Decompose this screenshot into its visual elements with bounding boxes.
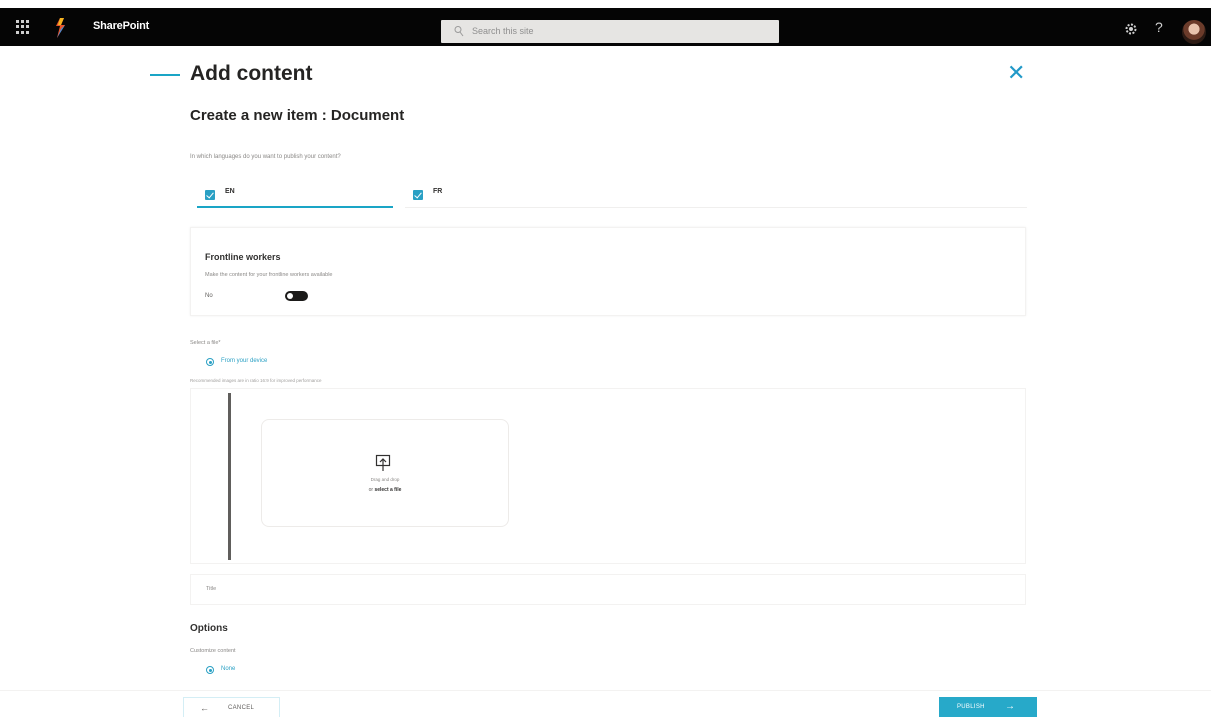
search-icon [454,26,464,37]
tab-language-fr[interactable]: FR [405,180,1027,208]
app-logo-icon[interactable] [50,17,70,39]
file-upload-area: Drag and drop or select a file [190,388,1026,564]
publish-button-label: PUBLISH [957,704,985,710]
gear-icon[interactable] [1124,22,1138,36]
frontline-title: Frontline workers [205,252,281,262]
drop-select-line: or select a file [262,487,508,493]
frontline-toggle[interactable] [285,291,308,301]
arrow-right-icon: → [1005,701,1015,712]
close-icon[interactable]: ✕ [1007,62,1025,84]
frontline-card: Frontline workers Make the content for y… [190,227,1026,316]
tab-language-en[interactable]: EN [197,180,393,208]
radio-none[interactable] [206,666,214,674]
panel-accent-bar [150,74,180,76]
search-placeholder: Search this site [472,26,534,36]
upload-icon [375,454,391,471]
tab-label-en: EN [225,188,235,195]
page-subtitle: Create a new item : Document [190,107,405,124]
title-field-label: Title [206,586,217,592]
title-field[interactable]: Title [190,574,1026,605]
app-name[interactable]: SharePoint [93,20,149,32]
language-question: In which languages do you want to publis… [190,154,341,160]
file-drop-zone[interactable]: Drag and drop or select a file [261,419,509,527]
file-area-divider [228,393,231,560]
radio-none-label[interactable]: None [221,666,235,672]
tab-label-fr: FR [433,188,443,195]
drop-instruction: Drag and drop [370,477,400,482]
customize-content-label: Customize content [190,648,236,654]
footer-divider [0,690,1211,691]
radio-from-device-label[interactable]: From your device [221,358,267,364]
avatar[interactable] [1182,20,1206,44]
file-hint: Recommended images are in ratio 16:9 for… [190,378,322,383]
waffle-icon[interactable] [16,20,30,34]
radio-from-device[interactable] [206,358,214,366]
panel-title: Add content [190,62,313,85]
select-file-link[interactable]: select a file [374,487,401,493]
arrow-left-icon: ← [200,703,209,713]
checkbox-en[interactable] [205,190,215,200]
select-file-label: Select a file* [190,340,221,346]
search-box[interactable]: Search this site [441,20,779,43]
publish-button[interactable]: PUBLISH → [939,697,1037,717]
options-heading: Options [190,623,228,634]
checkbox-fr[interactable] [413,190,423,200]
help-icon[interactable]: ? [1155,19,1163,35]
frontline-state-label: No [205,293,213,299]
suite-bar: SharePoint Search this site ? [0,8,1211,46]
cancel-button-label: CANCEL [228,705,255,711]
frontline-description: Make the content for your frontline work… [205,272,333,278]
cancel-button[interactable]: ← CANCEL [183,697,280,717]
drop-or-text: or [368,487,374,493]
